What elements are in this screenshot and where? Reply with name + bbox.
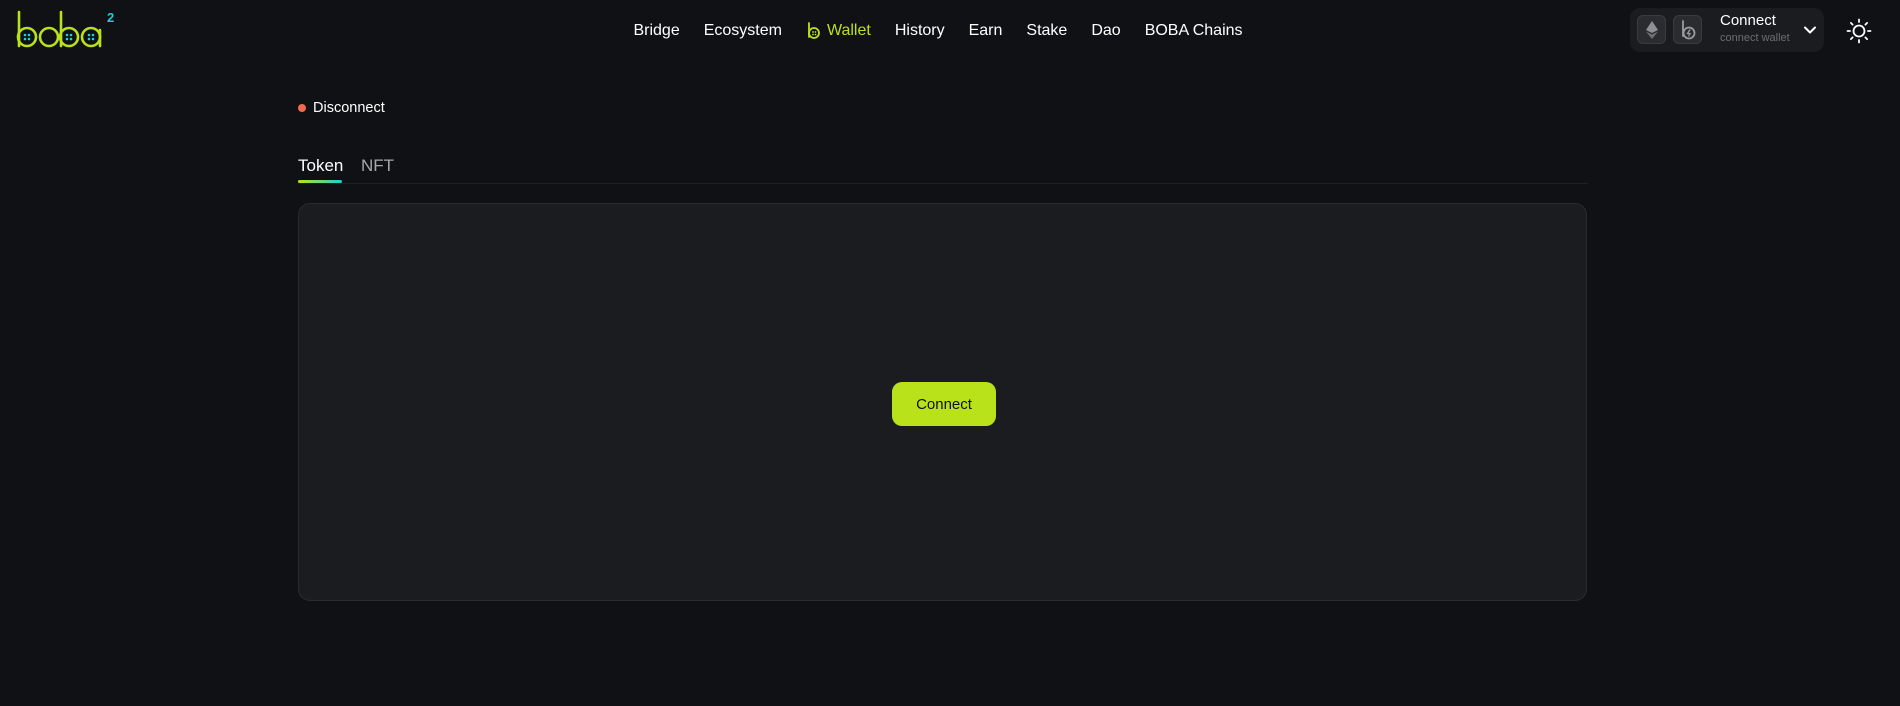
tab-nft[interactable]: NFT — [361, 156, 394, 182]
nav-boba-chains[interactable]: BOBA Chains — [1145, 22, 1243, 40]
sun-icon[interactable] — [1846, 18, 1872, 44]
wallet-tabs: Token NFT — [298, 156, 1588, 184]
boba-chain-icon — [1681, 19, 1695, 39]
token-panel: Connect — [298, 203, 1587, 601]
nav-ecosystem[interactable]: Ecosystem — [704, 22, 782, 40]
connect-button[interactable]: Connect — [892, 382, 996, 426]
wallet-subtitle: connect wallet — [1720, 32, 1790, 44]
boba-icon — [808, 22, 820, 39]
logo-superscript: 2 — [107, 10, 114, 25]
status-label: Disconnect — [313, 100, 385, 116]
wallet-connect-dropdown[interactable]: Connect connect wallet — [1630, 8, 1824, 52]
active-tab-indicator — [298, 180, 342, 183]
nav-stake[interactable]: Stake — [1026, 22, 1067, 40]
boba-chain-button[interactable] — [1673, 15, 1702, 44]
nav-wallet[interactable]: Wallet — [806, 22, 871, 40]
ethereum-icon — [1645, 20, 1658, 39]
chevron-down-icon[interactable] — [1802, 22, 1818, 38]
ethereum-chain-button[interactable] — [1637, 15, 1666, 44]
boba-logo[interactable]: 2 — [16, 10, 118, 52]
nav-dao[interactable]: Dao — [1091, 22, 1120, 40]
nav-earn[interactable]: Earn — [969, 22, 1003, 40]
status-dot — [298, 104, 306, 112]
wallet-title: Connect — [1720, 12, 1776, 29]
nav-bridge[interactable]: Bridge — [633, 22, 679, 40]
main-nav: Bridge Ecosystem Wallet History Earn Sta… — [0, 0, 1900, 62]
connection-status: Disconnect — [298, 100, 385, 116]
nav-history[interactable]: History — [895, 22, 945, 40]
tab-token[interactable]: Token — [298, 156, 343, 183]
top-header: 2 Bridge Ecosystem Wallet History Earn S… — [0, 0, 1900, 62]
